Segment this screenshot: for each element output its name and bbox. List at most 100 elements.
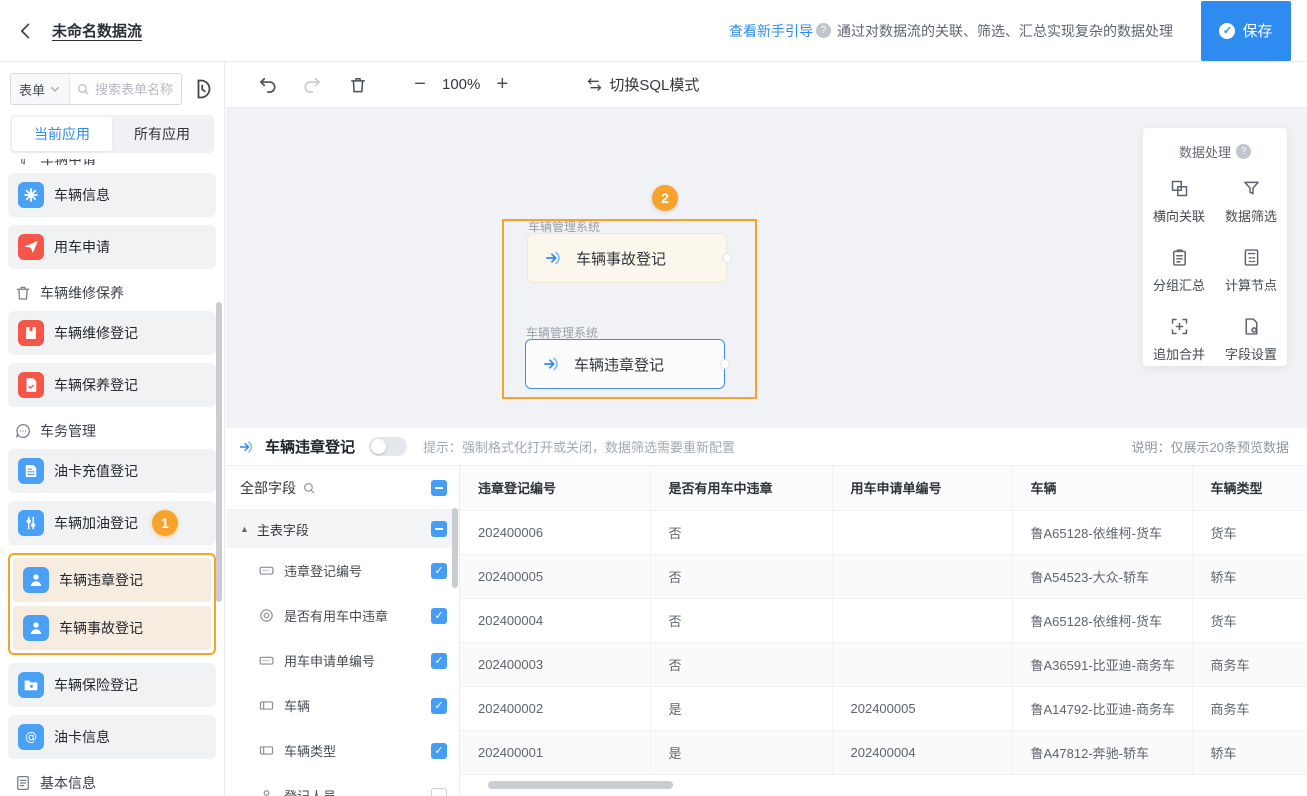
field-row[interactable]: 用车申请单编号	[226, 638, 459, 683]
table-cell: 鲁A54523-大众-轿车	[1012, 554, 1193, 599]
group-label: 车辆维修保养	[40, 285, 124, 301]
data-process-grid: 横向关联 数据筛选分组汇总 计算节点 追加合并 字段设置	[1143, 165, 1287, 372]
trash-icon	[14, 284, 32, 302]
sidebar-item[interactable]: 用车申请	[8, 225, 216, 269]
sidebar-item-label: 用车申请	[54, 239, 110, 255]
tab-所有应用[interactable]: 所有应用	[112, 117, 212, 151]
field-search-icon[interactable]	[302, 481, 316, 495]
recent-forms-icon[interactable]	[190, 77, 214, 101]
zoom-out-button[interactable]: −	[412, 74, 428, 94]
guide-link[interactable]: 查看新手引导	[729, 21, 813, 41]
collapse-icon: ▲	[240, 524, 249, 534]
sidebar-item[interactable]: 车辆违章登记	[13, 558, 211, 602]
delete-icon[interactable]	[348, 75, 368, 95]
redo-icon[interactable]	[302, 75, 322, 95]
field-row[interactable]: 登记人员	[226, 773, 459, 796]
flow-title[interactable]: 未命名数据流	[52, 20, 142, 41]
guide-hint: 通过对数据流的关联、筛选、汇总实现复杂的数据处理	[837, 22, 1173, 39]
field-row[interactable]: 违章登记编号	[226, 548, 459, 593]
table-cell: 轿车	[1192, 730, 1307, 775]
form-type-select[interactable]: 表单	[11, 74, 71, 104]
flow-node-accident[interactable]: 车辆事故登记	[527, 233, 732, 283]
tool-横向关联[interactable]: 横向关联	[1143, 165, 1215, 234]
tool-字段设置[interactable]: 字段设置	[1215, 303, 1287, 372]
tool-label: 分组汇总	[1152, 278, 1205, 293]
tool-分组汇总[interactable]: 分组汇总	[1143, 234, 1215, 303]
field-row[interactable]: 是否有用车中违章	[226, 593, 459, 638]
sidebar-item[interactable]: 车辆保养登记	[8, 363, 216, 407]
table-row: 202400006 否 鲁A65128-依维柯-货车 货车	[460, 510, 1307, 555]
fields-scrollbar[interactable]	[452, 508, 458, 588]
clipboard-sum-icon	[1169, 247, 1190, 268]
table-cell: 否	[650, 598, 833, 643]
node-output-port[interactable]	[720, 359, 730, 369]
doc-gear-icon	[1241, 316, 1262, 337]
sidebar-item[interactable]: 油卡充值登记	[8, 449, 216, 493]
sidebar-group-header[interactable]: 车辆维修保养	[0, 277, 224, 311]
table-row: 202400002 是 202400005 鲁A14792-比亚迪-商务车 商务车	[460, 686, 1307, 731]
toggle-knob	[371, 439, 387, 454]
sliders-icon	[18, 510, 44, 536]
sidebar-item[interactable]: 车辆维修登记	[8, 311, 216, 355]
save-button[interactable]: ✓ 保存	[1201, 0, 1291, 61]
calc-icon	[1241, 247, 1262, 268]
field-checkbox[interactable]	[431, 697, 447, 714]
input-node-icon	[542, 354, 562, 374]
field-checkbox[interactable]	[431, 652, 447, 669]
table-h-scrollbar[interactable]	[488, 781, 673, 789]
step-badge-canvas: 2	[652, 185, 678, 211]
preview-source-label: 车辆违章登记	[265, 439, 356, 456]
flow-canvas[interactable]: 2 车辆管理系统 车辆事故登记 车辆管理系统 车辆违章登记 数据处理 ? 横向关…	[226, 108, 1307, 428]
field-checkbox[interactable]	[431, 787, 447, 796]
back-icon[interactable]	[16, 21, 36, 41]
field-checkbox[interactable]	[431, 607, 447, 624]
data-process-panel: 数据处理 ? 横向关联 数据筛选 分组汇总 计算节点 追加合并 字段设置	[1143, 128, 1287, 366]
sidebar-group-header[interactable]: 车辆申请	[0, 159, 224, 173]
sidebar-item-label: 油卡信息	[54, 729, 110, 745]
sidebar-item[interactable]: 车辆信息	[8, 173, 216, 217]
sidebar-item[interactable]: @ 油卡信息	[8, 715, 216, 759]
field-checkbox[interactable]	[431, 562, 447, 579]
table-cell	[832, 642, 1013, 687]
undo-icon[interactable]	[258, 75, 278, 95]
field-checkbox[interactable]	[431, 742, 447, 759]
group-checkbox[interactable]	[431, 521, 447, 537]
table-row: 202400003 否 鲁A36591-比亚迪-商务车 商务车	[460, 642, 1307, 687]
select-all-checkbox[interactable]	[431, 479, 447, 496]
column-header: 车辆类型	[1192, 466, 1307, 511]
doc-outline-icon	[14, 774, 32, 792]
zoom-in-button[interactable]: +	[494, 74, 510, 94]
sidebar-group-header[interactable]: 车务管理	[0, 415, 224, 449]
sql-mode-switch[interactable]: 切换SQL模式	[586, 74, 699, 95]
input-node-icon	[544, 248, 564, 268]
table-row: 202400005 否 鲁A54523-大众-轿车 轿车	[460, 554, 1307, 599]
flow-node-violation[interactable]: 车辆违章登记	[525, 339, 730, 389]
field-label: 是否有用车中违章	[284, 609, 389, 624]
field-group-header[interactable]: ▲ 主表字段	[226, 510, 459, 548]
sidebar-item[interactable]: 车辆事故登记	[13, 606, 211, 650]
sidebar-item[interactable]: 车辆加油登记 1	[8, 501, 216, 545]
field-row[interactable]: 车辆	[226, 683, 459, 728]
table-header-row: 违章登记编号 是否有用车中违章 用车申请单编号 车辆 车辆类型	[460, 466, 1307, 511]
help-icon[interactable]: ?	[1236, 144, 1251, 159]
sidebar-scrollbar[interactable]	[216, 302, 222, 602]
help-icon[interactable]: ?	[816, 23, 831, 38]
field-label: 车辆类型	[284, 744, 337, 759]
format-toggle[interactable]	[369, 437, 408, 456]
field-row[interactable]: 车辆类型	[226, 728, 459, 773]
table-cell: 202400001	[460, 730, 651, 775]
preview-note: 说明：仅展示20条预览数据	[1131, 440, 1289, 455]
table-cell: 商务车	[1192, 686, 1307, 731]
table-cell: 是	[650, 686, 833, 731]
tool-数据筛选[interactable]: 数据筛选	[1215, 165, 1287, 234]
sidebar-item[interactable]: 车辆保险登记	[8, 663, 216, 707]
tab-当前应用[interactable]: 当前应用	[12, 117, 112, 151]
sidebar-group-header[interactable]: 基本信息	[0, 767, 224, 796]
search-input[interactable]	[95, 81, 175, 97]
field-group-label: 主表字段	[256, 522, 309, 538]
paper-plane-icon	[18, 234, 44, 260]
tool-计算节点[interactable]: 计算节点	[1215, 234, 1287, 303]
node-output-port[interactable]	[722, 253, 732, 263]
tool-追加合并[interactable]: 追加合并	[1143, 303, 1215, 372]
table-cell: 货车	[1192, 510, 1307, 555]
